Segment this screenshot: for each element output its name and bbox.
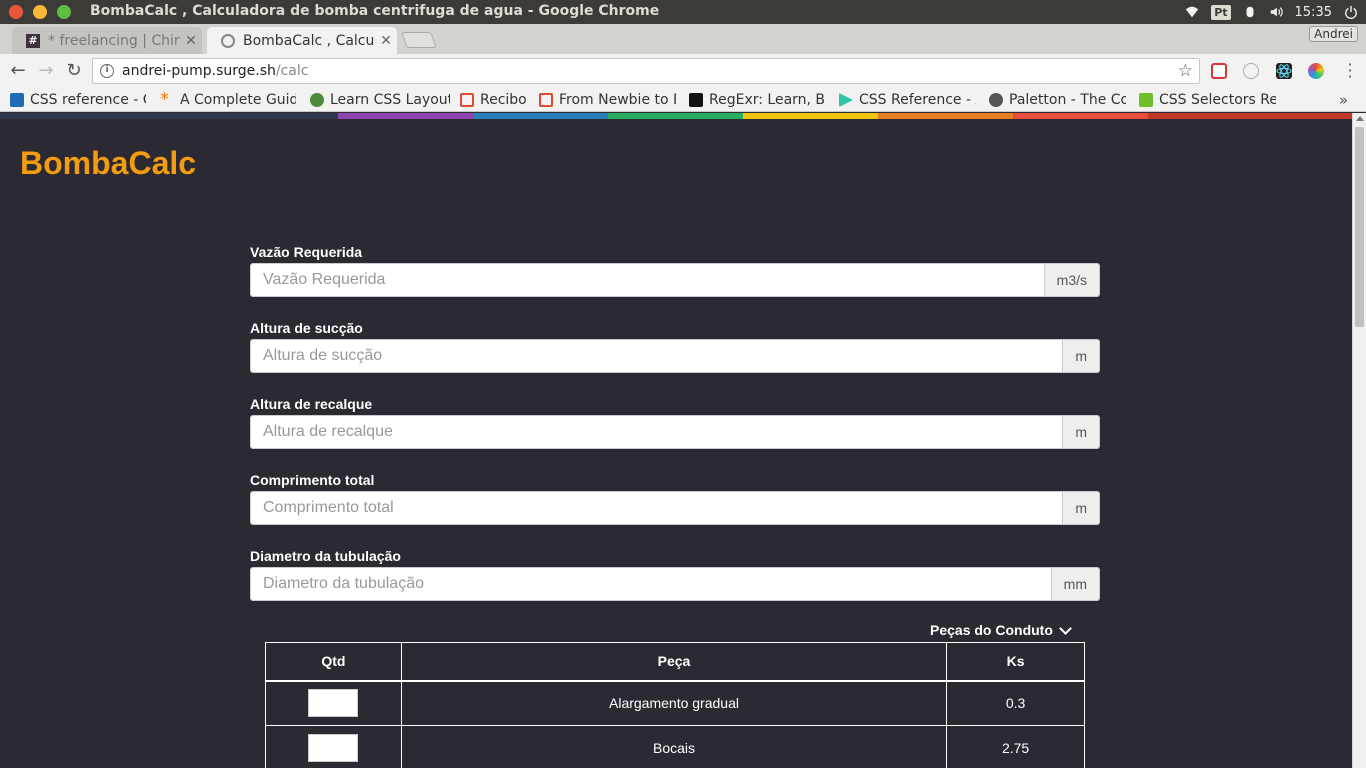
pecas-conduto-toggle[interactable]: Peças do Conduto: [930, 621, 1074, 638]
os-title-bar: BombaCalc , Calculadora de bomba centrif…: [0, 0, 1366, 24]
diametro-tubulacao-input[interactable]: [250, 567, 1052, 601]
bookmark-item[interactable]: * A Complete Guid: [160, 90, 296, 110]
ks-cell: 2.75: [946, 725, 1085, 768]
tab-label: BombaCalc , Calcula: [243, 32, 375, 49]
unit-addon: m: [1063, 415, 1100, 449]
bookmark-item[interactable]: Recibo: [460, 90, 530, 110]
comprimento-total-input[interactable]: [250, 491, 1064, 525]
slack-icon: #: [26, 33, 40, 48]
address-bar[interactable]: i andrei-pump.surge.sh/calc ☆: [92, 58, 1200, 84]
tab-label: * freelancing | Chin: [48, 32, 180, 49]
info-icon[interactable]: i: [100, 64, 114, 78]
bookmark-item[interactable]: RegExr: Learn, B: [689, 90, 826, 110]
back-arrow-icon[interactable]: ←: [8, 61, 28, 81]
vazao-input[interactable]: [250, 263, 1045, 297]
ks-cell: 0.3: [946, 680, 1085, 726]
doc-icon: [460, 93, 474, 107]
field-altura-recalque: Altura de recalque m: [250, 395, 1100, 451]
field-label: Altura de sucção: [250, 320, 363, 336]
bookmark-item[interactable]: Paletton - The Co: [989, 90, 1126, 110]
chevron-double-right-icon[interactable]: »: [1339, 91, 1348, 109]
browser-toolbar: ← → ↻ i andrei-pump.surge.sh/calc ☆ · · ·: [0, 54, 1366, 88]
tab-freelancing[interactable]: # * freelancing | Chin ✕: [12, 27, 202, 54]
field-vazao: Vazão Requerida m3/s: [250, 243, 1100, 299]
peca-cell: Bocais: [400, 725, 948, 768]
field-label: Diametro da tubulação: [250, 548, 401, 564]
field-label: Altura de recalque: [250, 396, 373, 412]
field-label: Vazão Requerida: [250, 244, 363, 260]
beetle-icon: [310, 93, 324, 107]
keyboard-layout-indicator[interactable]: Pt: [1211, 4, 1231, 20]
column-header-peca: Peça: [400, 642, 948, 682]
forward-arrow-icon[interactable]: →: [36, 61, 56, 81]
paletton-icon: [989, 93, 1003, 107]
unit-addon: m: [1063, 339, 1100, 373]
tab-strip: # * freelancing | Chin ✕ BombaCalc , Cal…: [0, 24, 1366, 54]
field-comprimento-total: Comprimento total m: [250, 471, 1100, 527]
bookmark-star-icon[interactable]: ☆: [1178, 61, 1193, 81]
page-scrollbar[interactable]: [1352, 113, 1366, 768]
close-icon[interactable]: ✕: [180, 33, 202, 49]
page-icon: [221, 33, 235, 48]
close-icon[interactable]: ✕: [375, 33, 397, 49]
calc-form: Vazão Requerida m3/s Altura de sucção m …: [250, 243, 1100, 623]
field-label: Comprimento total: [250, 472, 375, 488]
url-path: /calc: [275, 63, 309, 79]
extension-cross-icon[interactable]: [1211, 63, 1227, 79]
pecas-toggle-label: Peças do Conduto: [930, 622, 1053, 638]
window-title: BombaCalc , Calculadora de bomba centrif…: [90, 3, 660, 19]
mdn-icon: [10, 93, 24, 107]
bookmark-item[interactable]: From Newbie to F: [539, 90, 676, 110]
qtd-input[interactable]: [308, 734, 359, 762]
column-header-qtd: Qtd: [265, 642, 402, 682]
peca-cell: Alargamento gradual: [400, 680, 948, 726]
pecas-table: Qtd Peça Ks Alargamento gradual 0.3 Boca…: [265, 642, 1085, 768]
asterisk-icon: *: [160, 90, 169, 110]
unit-addon: m3/s: [1044, 263, 1100, 297]
tab-bombacalc[interactable]: BombaCalc , Calcula ✕: [207, 27, 397, 54]
column-header-ks: Ks: [946, 642, 1085, 682]
altura-succao-input[interactable]: [250, 339, 1064, 373]
reload-icon[interactable]: ↻: [64, 61, 84, 81]
bookmark-item[interactable]: CSS Reference - A: [839, 90, 976, 110]
extension-circle-icon[interactable]: [1243, 63, 1259, 79]
table-row: Alargamento gradual 0.3: [265, 680, 1085, 726]
react-devtools-icon[interactable]: [1276, 63, 1292, 79]
window-minimize-button[interactable]: [33, 5, 47, 19]
w3-icon: [1139, 93, 1153, 107]
codrops-icon: [839, 93, 853, 107]
regexr-icon: [689, 93, 703, 107]
brand-logo[interactable]: BombaCalc: [20, 145, 196, 182]
chevron-down-icon: [1059, 621, 1072, 635]
altura-recalque-input[interactable]: [250, 415, 1064, 449]
unit-addon: m: [1063, 491, 1100, 525]
clock[interactable]: 15:35: [1295, 5, 1332, 20]
table-row: Bocais 2.75: [265, 725, 1085, 768]
window-close-button[interactable]: [9, 5, 23, 19]
field-diametro-tubulacao: Diametro da tubulação mm: [250, 547, 1100, 603]
doc-icon: [539, 93, 553, 107]
scroll-up-arrow-icon[interactable]: [1356, 116, 1364, 121]
page-viewport: BombaCalc Vazão Requerida m3/s Altura de…: [0, 113, 1352, 768]
power-icon[interactable]: [1344, 5, 1358, 19]
color-picker-extension-icon[interactable]: [1308, 63, 1324, 79]
url-host: andrei-pump.surge.sh: [122, 63, 276, 79]
bookmark-item[interactable]: CSS Selectors Ref: [1139, 90, 1276, 110]
mouse-icon[interactable]: [1243, 5, 1257, 19]
new-tab-button[interactable]: [401, 32, 437, 48]
color-strip: [0, 113, 1352, 119]
bookmarks-bar: CSS reference - C * A Complete Guid Learn…: [0, 88, 1366, 112]
bookmark-item[interactable]: CSS reference - C: [10, 90, 146, 110]
profile-button[interactable]: Andrei: [1309, 26, 1358, 42]
qtd-input[interactable]: [308, 689, 359, 718]
window-maximize-button[interactable]: [57, 5, 71, 19]
system-tray: Pt 15:35: [1185, 3, 1358, 21]
volume-icon[interactable]: [1269, 5, 1283, 19]
menu-icon[interactable]: · · ·: [1342, 57, 1358, 85]
field-altura-succao: Altura de sucção m: [250, 319, 1100, 375]
wifi-icon[interactable]: [1185, 5, 1199, 19]
unit-addon: mm: [1051, 567, 1100, 601]
scrollbar-thumb[interactable]: [1355, 127, 1364, 327]
bookmark-item[interactable]: Learn CSS Layout: [310, 90, 450, 110]
